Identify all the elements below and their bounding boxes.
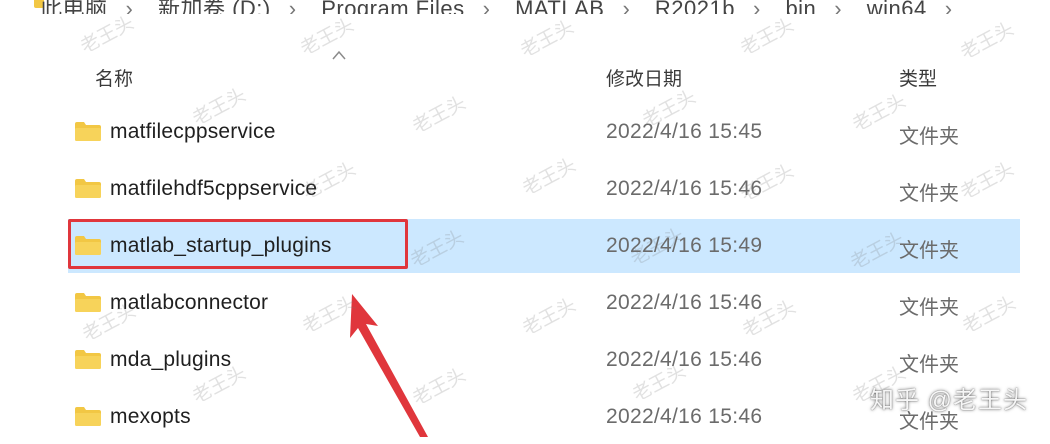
breadcrumb-item-program-files[interactable]: Program Files bbox=[321, 0, 464, 14]
column-header-date-modified[interactable]: 修改日期 bbox=[606, 64, 682, 91]
chevron-right-icon: › bbox=[944, 0, 953, 14]
chevron-right-icon: › bbox=[482, 0, 491, 14]
folder-icon bbox=[75, 293, 101, 312]
file-row[interactable]: matfilecppservice 2022/4/16 15:45 文件夹 bbox=[0, 105, 1050, 159]
breadcrumb-item-win64[interactable]: win64 bbox=[867, 0, 927, 14]
column-header-bar: 名称 修改日期 类型 bbox=[0, 50, 1050, 100]
folder-icon bbox=[75, 350, 101, 369]
site-credit: 知乎 @老王头 bbox=[869, 387, 1028, 414]
file-date-modified: 2022/4/16 15:46 bbox=[606, 348, 763, 371]
file-type: 文件夹 bbox=[899, 240, 959, 262]
folder-icon bbox=[75, 407, 101, 426]
chevron-right-icon: › bbox=[125, 0, 134, 14]
file-name: mexopts bbox=[110, 405, 191, 428]
chevron-right-icon: › bbox=[288, 0, 297, 14]
file-date-modified: 2022/4/16 15:46 bbox=[606, 177, 763, 200]
breadcrumb-item-bin[interactable]: bin bbox=[785, 0, 816, 14]
annotation-arrow-icon bbox=[350, 294, 428, 437]
breadcrumb-item-drive[interactable]: 新加卷 (D:) bbox=[158, 0, 271, 14]
file-name: matfilehdf5cppservice bbox=[110, 177, 318, 200]
file-name: mda_plugins bbox=[110, 348, 232, 371]
folder-icon bbox=[75, 122, 101, 141]
sort-up-icon bbox=[332, 50, 346, 60]
file-row[interactable]: mda_plugins 2022/4/16 15:46 文件夹 bbox=[0, 333, 1050, 387]
file-date-modified: 2022/4/16 15:46 bbox=[606, 291, 763, 314]
file-date-modified: 2022/4/16 15:46 bbox=[606, 405, 763, 428]
chevron-right-icon: › bbox=[622, 0, 631, 14]
chevron-right-icon: › bbox=[834, 0, 843, 14]
file-date-modified: 2022/4/16 15:45 bbox=[606, 120, 763, 143]
breadcrumb-item-this-pc[interactable]: 此电脑 bbox=[40, 0, 108, 14]
file-type: 文件夹 bbox=[899, 126, 959, 148]
annotation-highlight-box bbox=[68, 219, 408, 269]
folder-icon bbox=[75, 179, 101, 198]
file-type: 文件夹 bbox=[899, 183, 959, 205]
file-row[interactable]: matfilehdf5cppservice 2022/4/16 15:46 文件… bbox=[0, 162, 1050, 216]
column-header-type[interactable]: 类型 bbox=[899, 64, 937, 91]
file-row[interactable]: matlabconnector 2022/4/16 15:46 文件夹 bbox=[0, 276, 1050, 330]
chevron-right-icon: › bbox=[752, 0, 761, 14]
column-header-name[interactable]: 名称 bbox=[95, 64, 133, 91]
file-type: 文件夹 bbox=[899, 354, 959, 376]
breadcrumb-item-r2021b[interactable]: R2021b bbox=[655, 0, 735, 14]
file-name: matfilecppservice bbox=[110, 120, 276, 143]
file-name: matlabconnector bbox=[110, 291, 269, 314]
file-type: 文件夹 bbox=[899, 297, 959, 319]
file-date-modified: 2022/4/16 15:49 bbox=[606, 234, 763, 257]
breadcrumb: 此电脑 › 新加卷 (D:) › Program Files › MATLAB › R2… bbox=[0, 0, 1050, 14]
breadcrumb-item-matlab[interactable]: MATLAB bbox=[515, 0, 604, 14]
